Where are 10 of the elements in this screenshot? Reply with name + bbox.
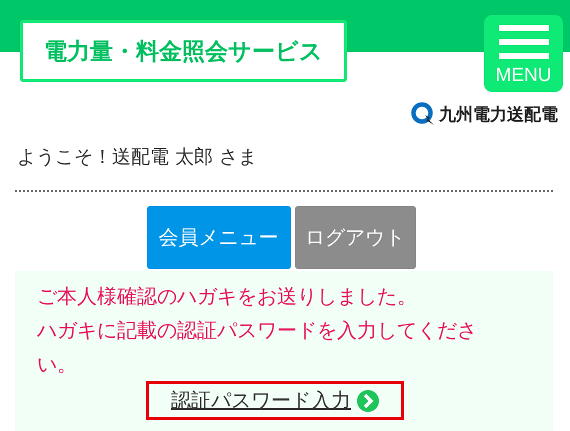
logout-button[interactable]: ログアウト — [294, 206, 416, 269]
notice-message: ご本人様確認のハガキをお送りしました。 — [37, 283, 418, 310]
chevron-circle-icon — [357, 390, 379, 412]
member-menu-button[interactable]: 会員メニュー — [146, 206, 290, 269]
menu-icon — [498, 24, 548, 58]
company-logo-text: 九州電力送配電 — [439, 104, 558, 126]
notice-message: ハガキに記載の認証パスワードを入力してください。 — [37, 317, 478, 378]
logo-icon — [411, 102, 435, 126]
welcome-text: ようこそ！送配電 太郎 さま — [17, 145, 258, 170]
site-title: 電力量・料金照会サービス — [20, 20, 347, 82]
